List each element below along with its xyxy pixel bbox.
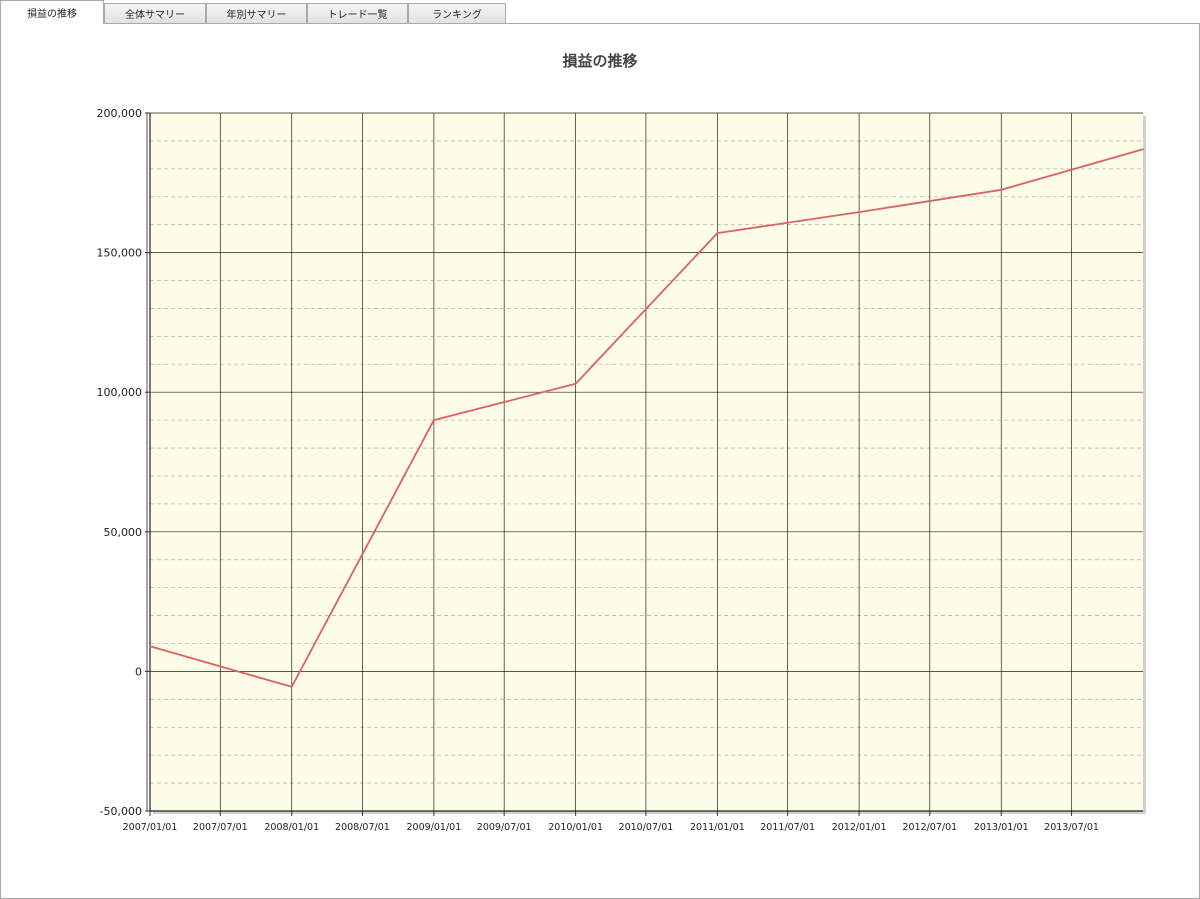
line-chart: 200,000 150,000 100,000 50,000 0 -50,000 2007/… [97,107,1146,833]
data-point [1142,148,1144,151]
x-tick-label: 2009/07/01 [477,822,532,833]
x-tick-label: 2012/01/01 [832,822,887,833]
x-tick-label: 2013/01/01 [974,822,1029,833]
data-point [716,232,719,234]
x-tick-label: 2011/01/01 [690,822,745,833]
data-point [432,419,435,422]
x-tick-label: 2007/01/01 [123,822,178,833]
y-tick-label: 100,000 [97,386,143,399]
y-tick-label: 50,000 [104,526,143,539]
data-point [149,645,151,648]
y-tick-label: 0 [135,665,142,678]
y-tick-label: 150,000 [97,247,143,260]
x-tick-label: 2010/01/01 [548,822,603,833]
x-tick-label: 2009/01/01 [406,822,461,833]
plot-area [150,113,1143,811]
y-tick-label: -50,000 [100,805,142,818]
x-tick-label: 2008/07/01 [335,822,390,833]
data-point [1000,188,1003,191]
data-point [290,685,293,688]
x-tick-label: 2010/07/01 [619,822,674,833]
data-point [858,211,861,214]
x-tick-label: 2011/07/01 [760,822,815,833]
x-tick-label: 2012/07/01 [902,822,957,833]
data-point [574,382,577,385]
x-tick-label: 2007/07/01 [193,822,248,833]
x-tick-label: 2008/01/01 [264,822,319,833]
tab-pnl-trend[interactable]: 損益の推移 [0,0,104,24]
y-tick-label: 200,000 [97,107,143,120]
x-tick-label: 2013/07/01 [1044,822,1099,833]
